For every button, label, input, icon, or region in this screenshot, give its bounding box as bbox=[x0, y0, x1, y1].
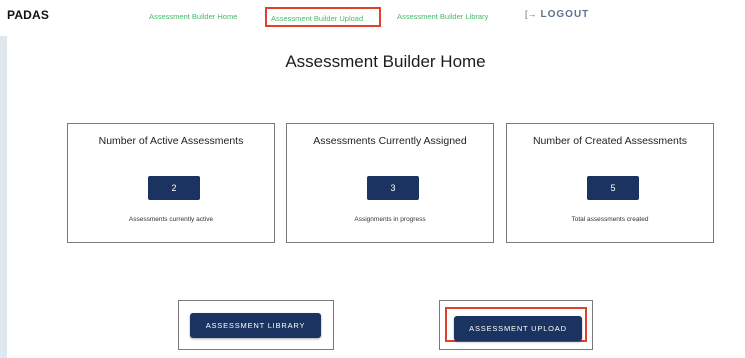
stat-card-active-assessments: Number of Active Assessments 2 Assessmen… bbox=[67, 123, 275, 243]
assessment-library-button[interactable]: ASSESSMENT LIBRARY bbox=[190, 313, 321, 338]
stat-card-created-assessments: Number of Created Assessments 5 Total as… bbox=[506, 123, 714, 243]
card-title: Number of Created Assessments bbox=[532, 135, 688, 147]
card-caption: Total assessments created bbox=[571, 216, 649, 223]
card-caption: Assignments in progress bbox=[354, 216, 426, 223]
main-content: Assessment Builder Home Number of Active… bbox=[7, 36, 745, 358]
logout-icon: [→ bbox=[525, 9, 537, 19]
library-button-container: ASSESSMENT LIBRARY bbox=[178, 300, 334, 350]
highlight-box: ASSESSMENT UPLOAD bbox=[445, 307, 587, 342]
card-count-badge: 3 bbox=[367, 176, 419, 200]
card-title: Assessments Currently Assigned bbox=[313, 135, 467, 147]
page-title: Assessment Builder Home bbox=[285, 52, 486, 71]
nav-link-builder-upload[interactable]: Assessment Builder Upload bbox=[265, 7, 381, 27]
logout-label: LOGOUT bbox=[540, 9, 590, 20]
card-count-badge: 2 bbox=[148, 176, 200, 200]
card-count-badge: 5 bbox=[587, 176, 639, 200]
brand-logo: PADAS bbox=[7, 8, 50, 22]
top-navigation-bar: PADAS Assessment Builder Home Assessment… bbox=[0, 0, 745, 36]
logout-button[interactable]: [→ LOGOUT bbox=[525, 9, 589, 20]
assessment-upload-button[interactable]: ASSESSMENT UPLOAD bbox=[454, 316, 582, 341]
nav-link-builder-home[interactable]: Assessment Builder Home bbox=[149, 12, 237, 21]
card-caption: Assessments currently active bbox=[128, 216, 214, 223]
upload-button-container: ASSESSMENT UPLOAD bbox=[439, 300, 593, 350]
nav-link-builder-library[interactable]: Assessment Builder Library bbox=[397, 12, 488, 21]
card-title: Number of Active Assessments bbox=[98, 135, 244, 147]
stat-card-assigned-assessments: Assessments Currently Assigned 3 Assignm… bbox=[286, 123, 494, 243]
